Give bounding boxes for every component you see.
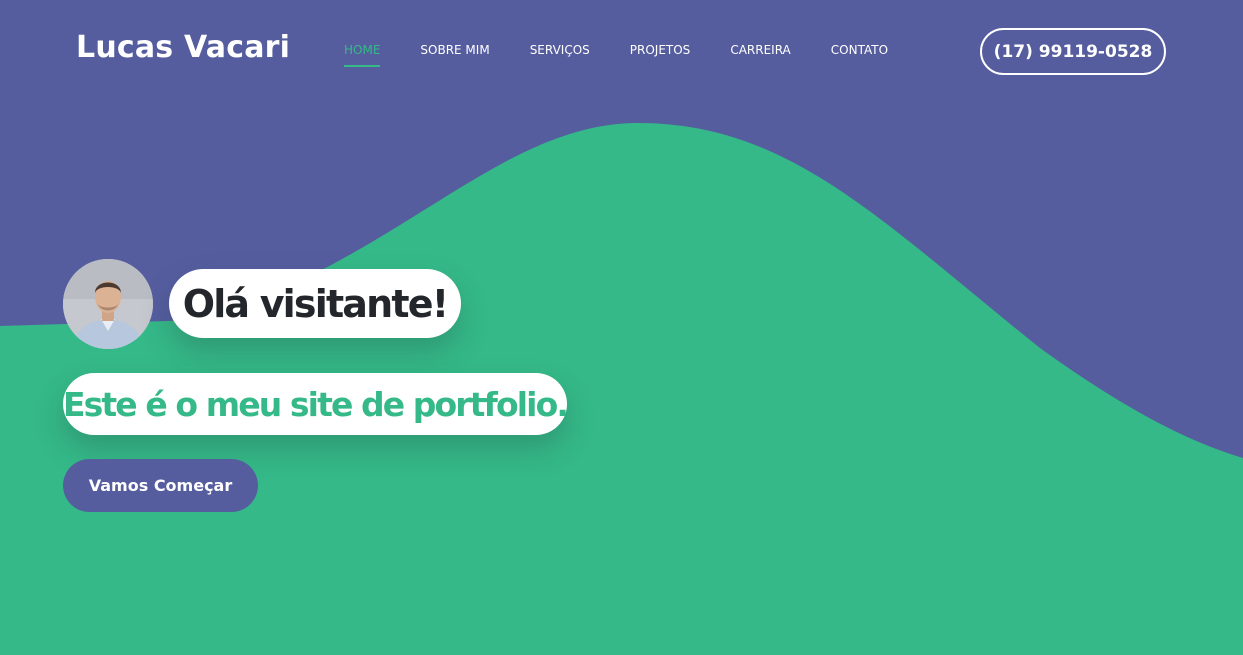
nav-item-servicos[interactable]: SERVIÇOS	[530, 43, 590, 63]
site-header: Lucas Vacari HOME SOBRE MIM SERVIÇOS PRO…	[0, 0, 1243, 100]
nav-item-carreira[interactable]: CARREIRA	[730, 43, 790, 63]
nav-item-sobre-mim[interactable]: SOBRE MIM	[420, 43, 489, 63]
main-nav: HOME SOBRE MIM SERVIÇOS PROJETOS CARREIR…	[344, 43, 888, 67]
nav-item-contato[interactable]: CONTATO	[831, 43, 888, 63]
avatar	[63, 259, 153, 349]
phone-button[interactable]: (17) 99119-0528	[980, 28, 1166, 75]
nav-item-projetos[interactable]: PROJETOS	[630, 43, 691, 63]
site-logo[interactable]: Lucas Vacari	[76, 30, 290, 65]
greeting-bubble: Olá visitante!	[169, 269, 461, 338]
profile-photo-icon	[63, 259, 153, 349]
intro-bubble: Este é o meu site de portfolio.	[63, 373, 569, 435]
nav-item-home[interactable]: HOME	[344, 43, 381, 67]
vamos-comecar-button[interactable]: Vamos Começar	[63, 459, 258, 512]
